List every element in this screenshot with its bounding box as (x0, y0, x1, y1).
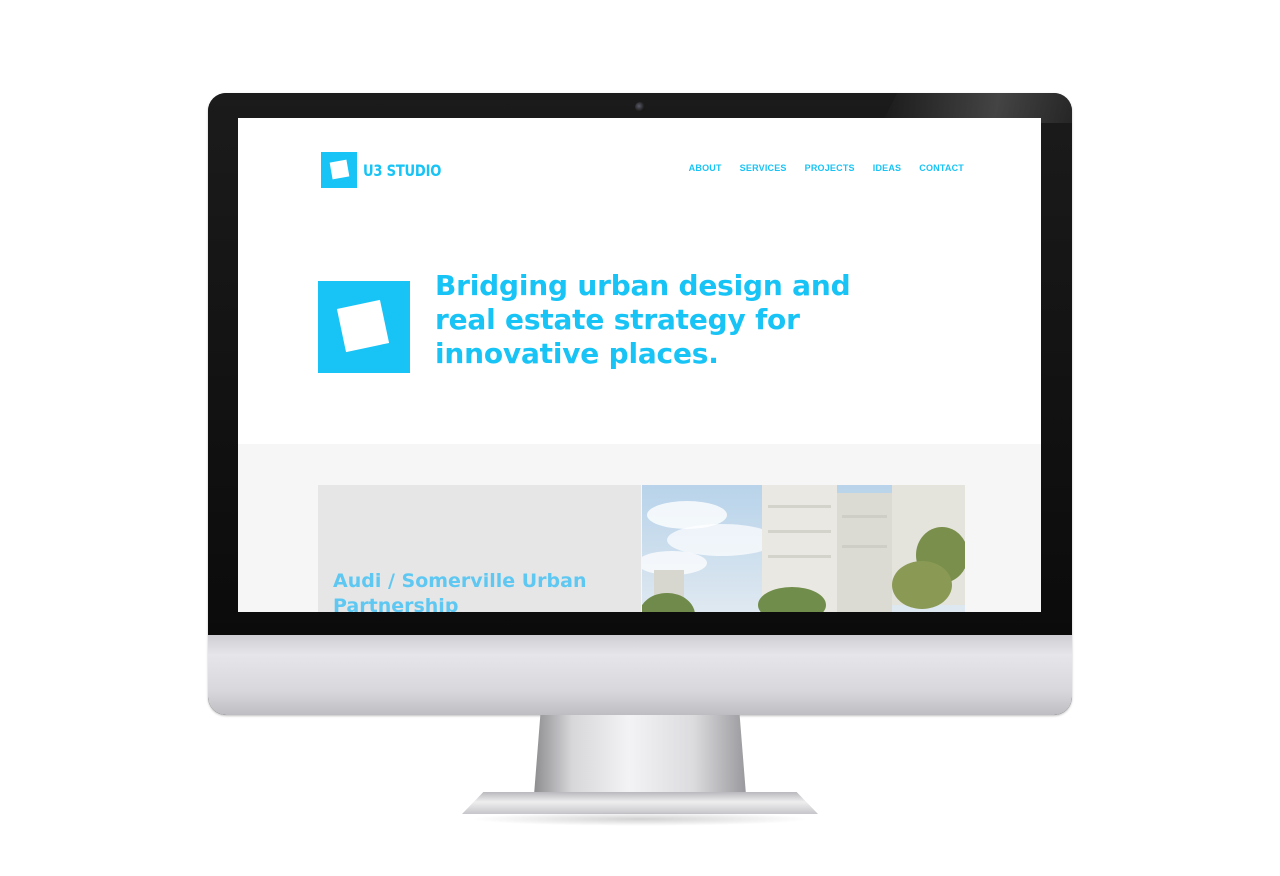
brand-name: U3 STUDIO (363, 160, 442, 180)
website-screen: U3 STUDIO ABOUT SERVICES PROJECTS IDEAS … (238, 118, 1041, 612)
hero-section: Bridging urban design and real estate st… (238, 218, 1041, 444)
projects-section: Audi / Somerville Urban Partnership (238, 444, 1041, 612)
main-nav: ABOUT SERVICES PROJECTS IDEAS CONTACT (689, 163, 964, 173)
stand-shadow (470, 812, 810, 826)
nav-projects[interactable]: PROJECTS (805, 163, 855, 173)
project-image[interactable] (642, 485, 965, 612)
nav-contact[interactable]: CONTACT (919, 163, 964, 173)
hero-square-icon (318, 281, 410, 373)
hero-title: Bridging urban design and real estate st… (435, 269, 851, 370)
project-photo-illustration (642, 485, 965, 612)
site-header: U3 STUDIO ABOUT SERVICES PROJECTS IDEAS … (238, 118, 1041, 218)
nav-about[interactable]: ABOUT (689, 163, 722, 173)
webcam-icon (635, 102, 645, 112)
project-card[interactable]: Audi / Somerville Urban Partnership (318, 485, 641, 612)
brand-logo[interactable]: U3 STUDIO (321, 152, 458, 188)
monitor-chin (208, 635, 1072, 715)
nav-ideas[interactable]: IDEAS (873, 163, 902, 173)
monitor-stand-foot (462, 792, 818, 814)
logo-square-icon (321, 152, 357, 188)
project-title[interactable]: Audi / Somerville Urban Partnership (333, 569, 633, 612)
nav-services[interactable]: SERVICES (740, 163, 787, 173)
monitor-stand-neck (534, 715, 746, 795)
